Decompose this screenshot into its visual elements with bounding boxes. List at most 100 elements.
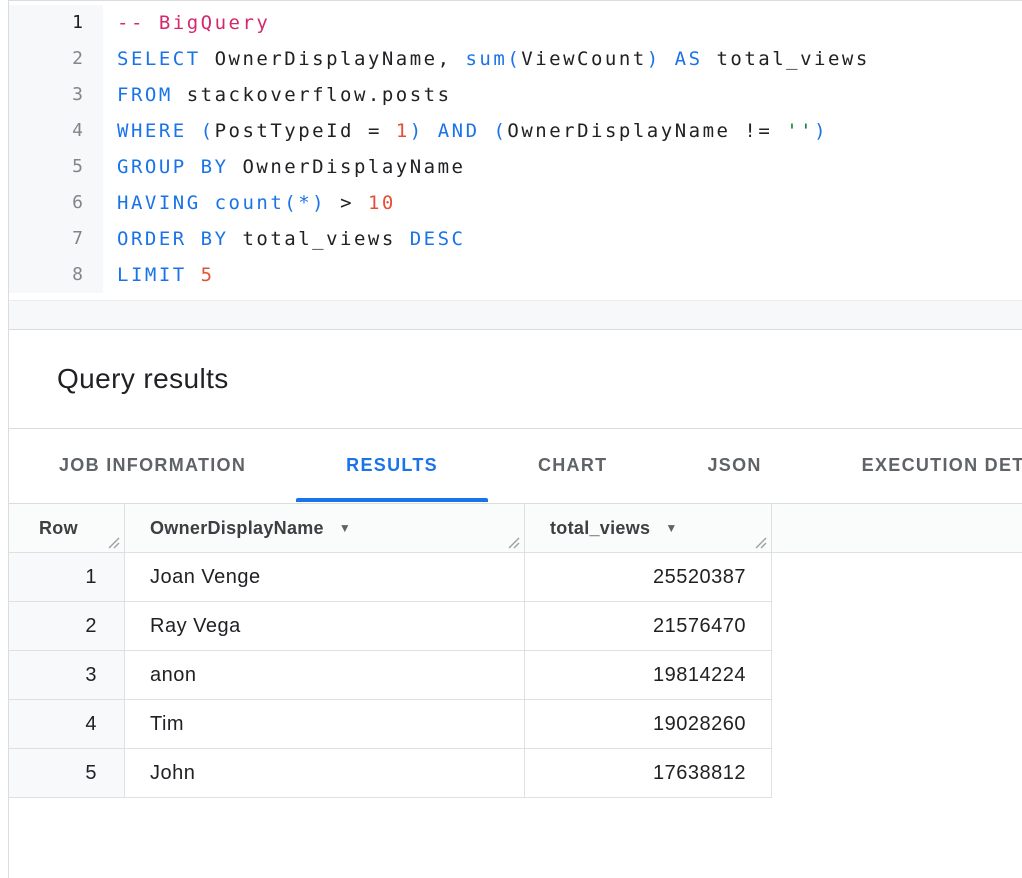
filler-cell (772, 553, 1022, 602)
total-views-cell: 19028260 (525, 700, 772, 749)
code-text[interactable]: GROUP BY OwnerDisplayName (103, 149, 465, 185)
dropdown-arrow-icon[interactable]: ▼ (339, 521, 351, 535)
line-number: 8 (9, 257, 103, 293)
column-header-row[interactable]: Row (9, 504, 125, 553)
results-table-body: 1Joan Venge255203872Ray Vega215764703ano… (9, 553, 1022, 798)
code-token: OwnerDisplayName, (201, 48, 466, 70)
code-line: 1-- BigQuery (9, 5, 1022, 41)
code-token: sum (465, 48, 507, 70)
tab-chart[interactable]: CHART (488, 429, 658, 502)
query-results-header: Query results (9, 330, 1022, 428)
code-token: ) (410, 120, 424, 142)
code-token: ( (493, 120, 507, 142)
total-views-cell: 25520387 (525, 553, 772, 602)
column-resize-icon[interactable] (754, 534, 768, 548)
code-token: ) (814, 120, 828, 142)
code-line: 3FROM stackoverflow.posts (9, 77, 1022, 113)
row-number-cell: 3 (9, 651, 125, 700)
page-title: Query results (57, 363, 229, 395)
line-number: 4 (9, 113, 103, 149)
code-line: 5GROUP BY OwnerDisplayName (9, 149, 1022, 185)
code-text[interactable]: WHERE (PostTypeId = 1) AND (OwnerDisplay… (103, 113, 828, 149)
code-token: OwnerDisplayName (229, 156, 466, 178)
code-token: total_views (229, 228, 410, 250)
table-header-row: Row OwnerDisplayName ▼ total_views ▼ (9, 504, 1022, 553)
code-token: (*) (284, 192, 326, 214)
code-token: total_views (703, 48, 870, 70)
owner-display-name-cell: Ray Vega (125, 602, 525, 651)
table-row: 1Joan Venge25520387 (9, 553, 1022, 602)
code-line: 7ORDER BY total_views DESC (9, 221, 1022, 257)
code-token: HAVING (117, 192, 201, 214)
line-number: 3 (9, 77, 103, 113)
code-line: 8LIMIT 5 (9, 257, 1022, 293)
code-text[interactable]: SELECT OwnerDisplayName, sum(ViewCount) … (103, 41, 870, 77)
code-token: 10 (368, 192, 396, 214)
filler-cell (772, 602, 1022, 651)
code-token: '' (786, 120, 814, 142)
code-token (187, 120, 201, 142)
column-header-label: Row (39, 518, 78, 539)
line-number: 2 (9, 41, 103, 77)
filler-cell (772, 700, 1022, 749)
total-views-cell: 17638812 (525, 749, 772, 798)
sql-code-lines: 1-- BigQuery2SELECT OwnerDisplayName, su… (9, 5, 1022, 293)
dropdown-arrow-icon[interactable]: ▼ (665, 521, 677, 535)
filler-cell (772, 651, 1022, 700)
owner-display-name-cell: John (125, 749, 525, 798)
tab-json[interactable]: JSON (657, 429, 811, 502)
results-table: Row OwnerDisplayName ▼ total_views ▼ 1Joan V… (9, 503, 1022, 798)
owner-display-name-cell: Tim (125, 700, 525, 749)
code-text[interactable]: HAVING count(*) > 10 (103, 185, 396, 221)
table-row: 4Tim19028260 (9, 700, 1022, 749)
row-number-cell: 2 (9, 602, 125, 651)
code-token: AND (438, 120, 480, 142)
code-token: AS (675, 48, 703, 70)
code-token (424, 120, 438, 142)
code-text[interactable]: FROM stackoverflow.posts (103, 77, 452, 113)
table-row: 5John17638812 (9, 749, 1022, 798)
column-header-ownerdisplayname[interactable]: OwnerDisplayName ▼ (125, 504, 525, 553)
code-token: WHERE (117, 120, 187, 142)
code-token: SELECT (117, 48, 201, 70)
code-line: 4WHERE (PostTypeId = 1) AND (OwnerDispla… (9, 113, 1022, 149)
code-line: 2SELECT OwnerDisplayName, sum(ViewCount)… (9, 41, 1022, 77)
tab-execution-details[interactable]: EXECUTION DETAILS (812, 429, 1022, 502)
column-resize-icon[interactable] (107, 534, 121, 548)
tab-results[interactable]: RESULTS (296, 429, 488, 502)
code-line: 6HAVING count(*) > 10 (9, 185, 1022, 221)
code-text[interactable]: LIMIT 5 (103, 257, 215, 293)
code-token: OwnerDisplayName != (507, 120, 786, 142)
results-tab-bar: JOB INFORMATIONRESULTSCHARTJSONEXECUTION… (9, 429, 1022, 502)
line-number: 6 (9, 185, 103, 221)
column-header-label: OwnerDisplayName (150, 518, 324, 539)
results-table-header: Row OwnerDisplayName ▼ total_views ▼ (9, 504, 1022, 553)
code-token: FROM (117, 84, 173, 106)
row-number-cell: 5 (9, 749, 125, 798)
code-token: ) (647, 48, 661, 70)
sql-editor[interactable]: 1-- BigQuery2SELECT OwnerDisplayName, su… (9, 1, 1022, 299)
code-token: ( (201, 120, 215, 142)
code-token: ORDER BY (117, 228, 229, 250)
owner-display-name-cell: anon (125, 651, 525, 700)
total-views-cell: 21576470 (525, 602, 772, 651)
line-number: 7 (9, 221, 103, 257)
code-token (201, 192, 215, 214)
table-row: 2Ray Vega21576470 (9, 602, 1022, 651)
line-number: 1 (9, 5, 103, 41)
code-token: PostTypeId = (215, 120, 396, 142)
filler-cell (772, 749, 1022, 798)
code-token (480, 120, 494, 142)
column-header-label: total_views (550, 518, 650, 539)
editor-bottom-strip (9, 300, 1022, 329)
code-token: GROUP BY (117, 156, 229, 178)
code-token: ( (507, 48, 521, 70)
code-text[interactable]: -- BigQuery (103, 5, 270, 41)
column-resize-icon[interactable] (507, 534, 521, 548)
code-token (187, 264, 201, 286)
code-token: > (326, 192, 368, 214)
code-token: stackoverflow.posts (173, 84, 452, 106)
tab-job-information[interactable]: JOB INFORMATION (9, 429, 296, 502)
column-header-total_views[interactable]: total_views ▼ (525, 504, 772, 553)
code-text[interactable]: ORDER BY total_views DESC (103, 221, 466, 257)
